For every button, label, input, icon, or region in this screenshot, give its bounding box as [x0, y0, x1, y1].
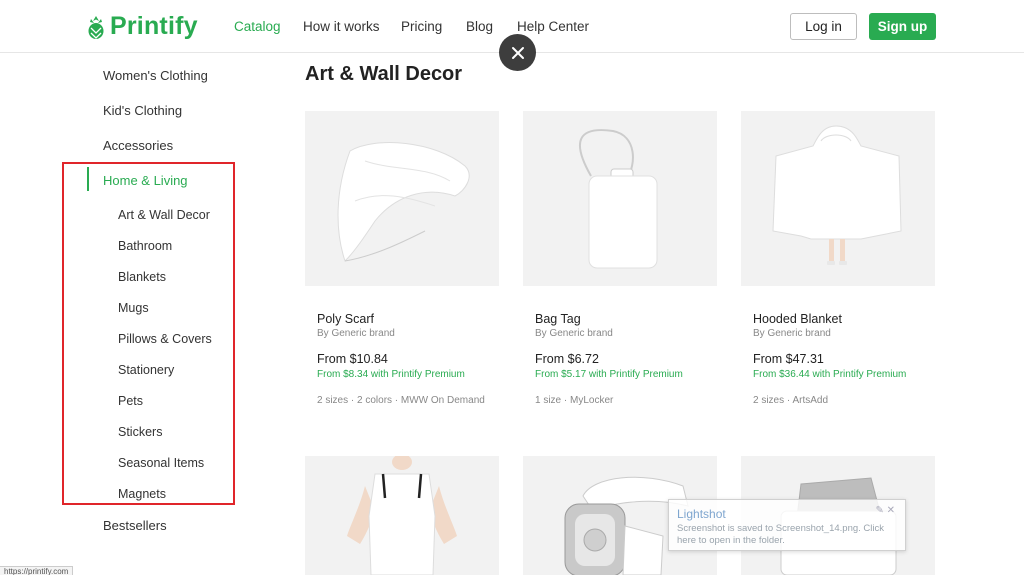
login-button[interactable]: Log in	[790, 13, 857, 40]
product-price: From $47.31	[753, 352, 824, 366]
sidebar-item-kids-clothing[interactable]: Kid's Clothing	[103, 103, 182, 118]
product-price: From $10.84	[317, 352, 388, 366]
sidebar-item-womens-clothing[interactable]: Women's Clothing	[103, 68, 208, 83]
annotation-highlight-box	[62, 162, 235, 505]
product-brand: By Generic brand	[317, 328, 395, 339]
close-icon	[511, 46, 524, 59]
lightshot-notification[interactable]: Lightshot ✎ ✕ Screenshot is saved to Scr…	[668, 499, 906, 551]
pineapple-logo-icon	[88, 15, 104, 39]
page-title: Art & Wall Decor	[305, 63, 463, 85]
product-meta: 2 sizes · 2 colors · MWW On Demand	[317, 395, 485, 406]
product-image-poly-scarf[interactable]	[305, 111, 499, 286]
product-title[interactable]: Poly Scarf	[317, 312, 374, 326]
nav-pricing[interactable]: Pricing	[401, 19, 442, 34]
product-meta: 1 size · MyLocker	[535, 395, 614, 406]
product-title[interactable]: Hooded Blanket	[753, 312, 842, 326]
bag-tag-image	[579, 129, 658, 269]
category-sidebar: Women's Clothing Kid's Clothing Accessor…	[0, 54, 260, 575]
nav-blog[interactable]: Blog	[466, 19, 493, 34]
printify-logo[interactable]: Printify	[86, 12, 198, 41]
logo-text: Printify	[110, 12, 198, 40]
product-brand: By Generic brand	[753, 328, 831, 339]
scarf-image	[337, 142, 470, 262]
nav-help-center[interactable]: Help Center	[517, 19, 589, 34]
status-bar-url: https://printify.com	[0, 566, 74, 575]
sidebar-item-accessories[interactable]: Accessories	[103, 138, 173, 153]
nav-catalog[interactable]: Catalog	[234, 19, 281, 34]
close-button[interactable]	[499, 34, 536, 71]
product-premium-price: From $8.34 with Printify Premium	[317, 369, 465, 380]
apron-image	[347, 456, 457, 575]
toast-message: Screenshot is saved to Screenshot_14.png…	[677, 523, 885, 546]
product-price: From $6.72	[535, 352, 599, 366]
hooded-blanket-image	[772, 125, 902, 265]
nav-how-it-works[interactable]: How it works	[303, 19, 380, 34]
product-premium-price: From $36.44 with Printify Premium	[753, 369, 907, 380]
toast-title: Lightshot	[677, 507, 726, 521]
product-brand: By Generic brand	[535, 328, 613, 339]
signup-button[interactable]: Sign up	[869, 13, 936, 40]
product-image-hooded-blanket[interactable]	[741, 111, 935, 286]
sidebar-item-bestsellers[interactable]: Bestsellers	[103, 518, 167, 533]
product-image-apron[interactable]	[305, 456, 499, 575]
product-image-bag-tag[interactable]	[523, 111, 717, 286]
product-premium-price: From $5.17 with Printify Premium	[535, 369, 683, 380]
product-title[interactable]: Bag Tag	[535, 312, 581, 326]
product-meta: 2 sizes · ArtsAdd	[753, 395, 829, 406]
toast-close-icon[interactable]: ✎ ✕	[875, 505, 895, 516]
